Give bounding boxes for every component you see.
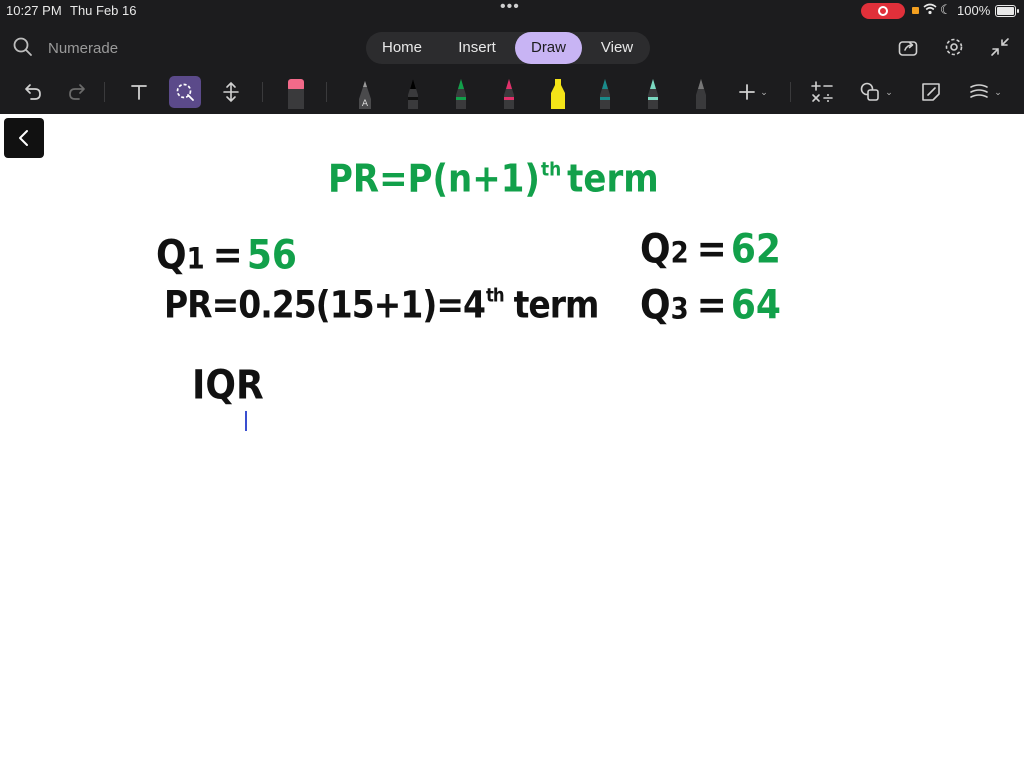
iqr-label: IQR [192,362,264,409]
share-icon[interactable] [897,36,919,63]
pen-teal-icon[interactable] [592,76,618,109]
math-icon[interactable] [808,76,836,108]
tab-insert[interactable]: Insert [444,32,510,64]
q2-label: Q [640,226,671,273]
formula-percentile-rank: PR=P(n+1)th term [328,160,659,198]
toolbar-divider [790,82,791,102]
q3-line: Q3 = 64 [640,285,781,327]
search-icon[interactable] [12,36,34,63]
q1-sub: 1 [186,242,205,277]
eraser-icon[interactable] [284,76,308,109]
q1-eq: = [212,232,243,279]
formula-right: term [567,156,659,202]
pr-sup: th [485,284,505,307]
tab-view[interactable]: View [588,32,646,64]
add-icon[interactable]: ⌄ [733,76,773,108]
battery-percent: 100% [957,3,991,18]
chevron-down-icon: ⌄ [885,86,893,97]
percentile-rank-calculation: PR=0.25(15+1)=4th term [164,284,599,323]
ruler-icon[interactable]: ⌄ [963,76,1007,108]
status-date: Thu Feb 16 [70,3,137,18]
toolbar-divider [326,82,327,102]
text-cursor [245,411,247,431]
pencil-icon[interactable]: A [352,76,378,109]
pen-black-icon[interactable] [400,76,426,109]
chevron-down-icon: ⌄ [994,86,1002,97]
svg-text:A: A [362,99,369,109]
sticky-note-icon[interactable] [917,76,945,108]
battery-icon [995,5,1019,17]
redo-icon[interactable] [64,76,90,108]
back-button[interactable] [4,118,44,158]
undo-icon[interactable] [20,76,46,108]
text-icon[interactable] [126,76,152,108]
q1-value: 56 [246,232,297,279]
q3-eq: = [696,282,727,329]
moon-icon: ☾ [940,2,952,17]
q1-label: Q [156,232,187,279]
wifi-icon [923,2,937,19]
mic-indicator [912,7,919,14]
lasso-icon[interactable] [169,76,201,108]
pen-green-icon[interactable] [448,76,474,109]
pen-mint-icon[interactable] [640,76,666,109]
chevron-down-icon: ⌄ [760,86,768,97]
ribbon-tabs: Home Insert Draw View [366,32,650,64]
highlighter-yellow-icon[interactable] [544,76,572,109]
status-bar: 10:27 PM Thu Feb 16 ••• ☾ 100% [0,0,1024,22]
multitasking-dots[interactable]: ••• [500,0,520,16]
chevron-left-icon [19,130,28,146]
q2-eq: = [696,226,727,273]
pen-gray-icon[interactable] [688,76,714,109]
notebook-title[interactable]: Numerade [48,40,118,57]
tab-draw[interactable]: Draw [515,32,582,64]
toolbar-divider [104,82,105,102]
pr-right: term [513,282,600,327]
collapse-icon[interactable] [989,36,1011,63]
draw-toolbar: A ⌄ ⌄ ⌄ [0,70,1024,114]
pr-left: PR=0.25(15+1)=4 [164,282,486,327]
formula-left: PR=P(n+1) [328,156,540,202]
q2-sub: 2 [670,236,689,271]
q3-value: 64 [730,282,781,329]
q3-sub: 3 [670,292,689,327]
formula-sup: th [540,158,562,181]
q1-line: Q1 = 56 [156,235,297,277]
screen-recording-indicator[interactable] [861,3,905,19]
q2-value: 62 [730,226,781,273]
q2-line: Q2 = 62 [640,229,781,271]
record-icon [878,6,888,16]
app-chrome: 10:27 PM Thu Feb 16 ••• ☾ 100% Numerade … [0,0,1024,114]
tab-home[interactable]: Home [372,32,432,64]
space-icon[interactable] [218,76,244,108]
q3-label: Q [640,282,671,329]
settings-icon[interactable] [943,36,965,63]
shapes-icon[interactable]: ⌄ [855,76,897,108]
header-row: Numerade Home Insert Draw View [0,24,1024,70]
toolbar-divider [262,82,263,102]
status-time: 10:27 PM [6,3,62,18]
pen-pink-icon[interactable] [496,76,522,109]
